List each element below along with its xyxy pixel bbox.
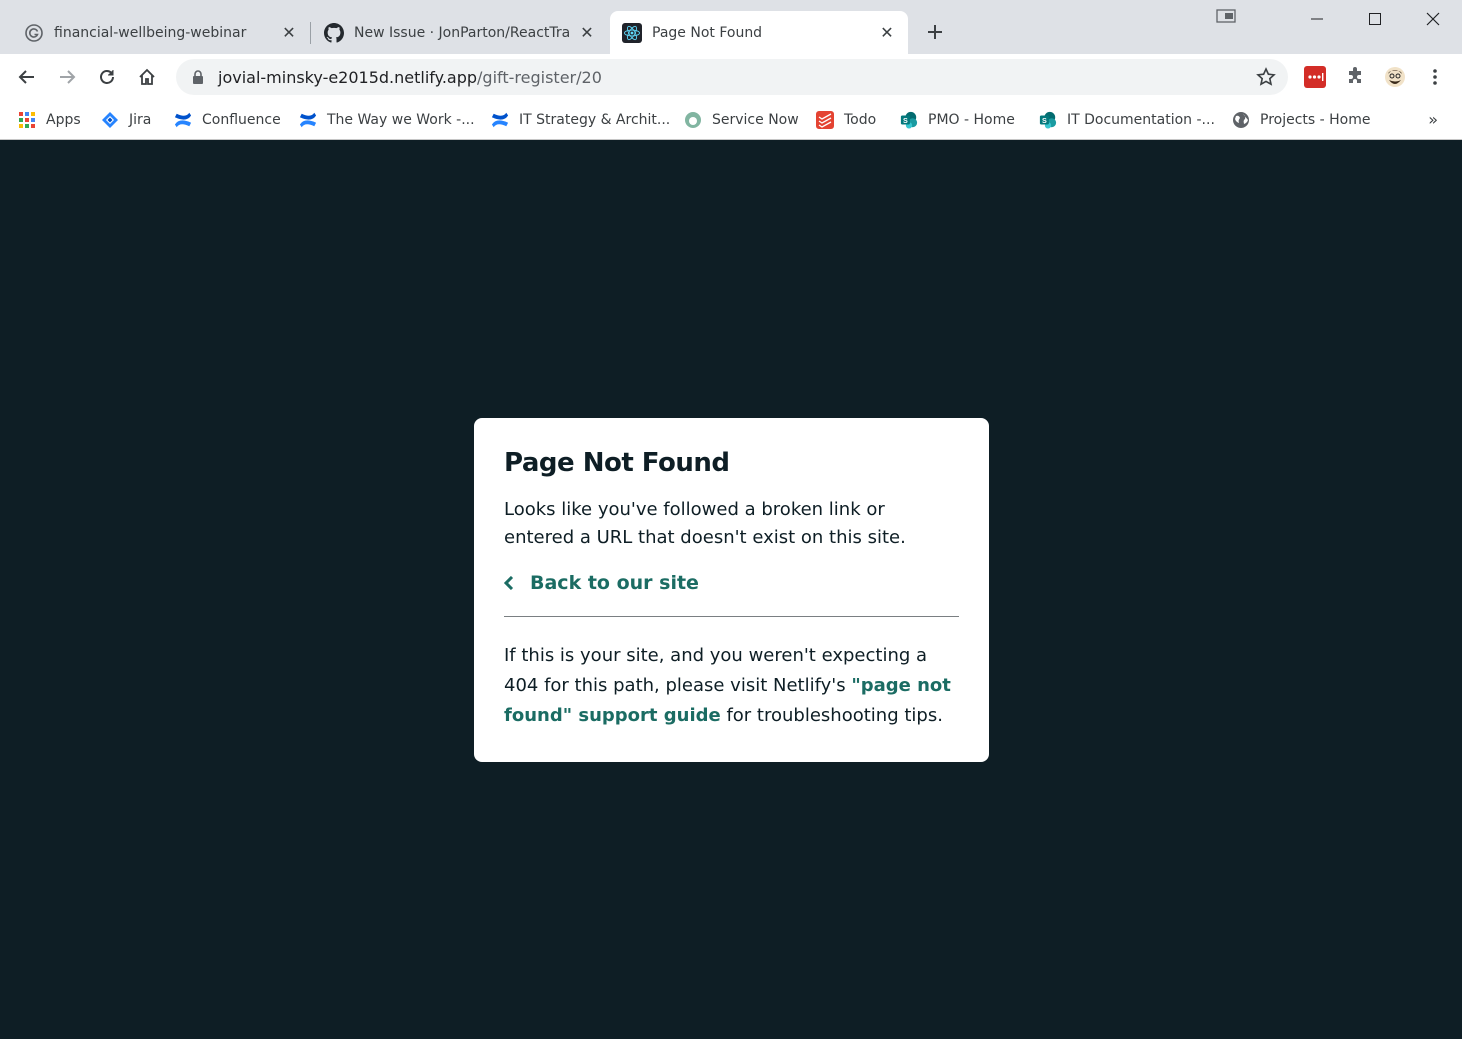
bookmark-label: The Way we Work -...: [327, 112, 475, 128]
window-controls: [1288, 0, 1462, 38]
svg-text:S: S: [1042, 116, 1047, 125]
reload-icon: [100, 70, 114, 84]
bookmark-it-strategy[interactable]: IT Strategy & Archit...: [491, 108, 670, 132]
url-path: /gift-register/20: [477, 67, 602, 87]
servicenow-icon: [684, 111, 702, 129]
bookmarks-bar: Apps Jira Confluence The Way we Work -..…: [0, 100, 1462, 140]
close-icon[interactable]: ✕: [280, 23, 298, 42]
tab-page-not-found[interactable]: Page Not Found ✕: [610, 11, 908, 54]
confluence-icon: [299, 111, 317, 129]
bookmark-label: Apps: [46, 112, 81, 128]
tab-strip: financial-wellbeing-webinar ✕ New Issue …: [0, 0, 1462, 54]
close-window-button[interactable]: [1404, 0, 1462, 38]
confluence-icon: [491, 111, 509, 129]
close-icon[interactable]: ✕: [878, 23, 896, 42]
support-text-after: for troubleshooting tips.: [720, 705, 943, 726]
bookmark-label: IT Strategy & Archit...: [519, 112, 671, 128]
back-button[interactable]: [12, 62, 42, 92]
bookmark-star-icon[interactable]: [1256, 67, 1276, 87]
todoist-icon: [816, 111, 834, 129]
confluence-icon: [174, 111, 192, 129]
home-icon: [139, 68, 155, 85]
page-content: Page Not Found Looks like you've followe…: [0, 140, 1462, 1039]
close-icon[interactable]: ✕: [578, 23, 596, 42]
bookmark-label: Projects - Home: [1260, 112, 1371, 128]
bookmark-pmo-home[interactable]: S PMO - Home: [900, 108, 1015, 132]
bookmark-jira[interactable]: Jira: [101, 108, 151, 132]
tab-title: New Issue · JonParton/ReactTrain: [354, 24, 570, 41]
github-icon: [324, 22, 344, 43]
svg-text:S: S: [903, 116, 908, 125]
bookmark-confluence[interactable]: Confluence: [174, 108, 281, 132]
divider: [504, 616, 959, 617]
arrow-right-icon: [60, 70, 76, 84]
page-title: Page Not Found: [504, 448, 730, 478]
home-button[interactable]: [132, 62, 162, 92]
apps-grid-icon: [18, 111, 36, 129]
bookmark-apps[interactable]: Apps: [18, 108, 81, 132]
profile-avatar[interactable]: [1384, 66, 1406, 88]
maximize-button[interactable]: [1346, 0, 1404, 38]
not-found-card: Page Not Found Looks like you've followe…: [474, 418, 989, 762]
back-to-site-link[interactable]: Back to our site: [504, 572, 959, 594]
bookmark-label: Jira: [129, 112, 152, 128]
browser-chrome: financial-wellbeing-webinar ✕ New Issue …: [0, 0, 1462, 140]
bookmark-the-way-we-work[interactable]: The Way we Work -...: [299, 108, 475, 132]
support-message: If this is your site, and you weren't ex…: [504, 641, 959, 731]
lock-icon[interactable]: [190, 69, 206, 85]
bookmark-label: Todo: [844, 112, 877, 128]
bookmarks-overflow-button[interactable]: »: [1428, 110, 1438, 129]
lastpass-icon[interactable]: [1304, 66, 1326, 88]
tab-financial-wellbeing[interactable]: financial-wellbeing-webinar ✕: [12, 11, 310, 54]
chrome-menu-icon[interactable]: [1424, 66, 1446, 88]
chevron-left-icon: [504, 575, 518, 591]
tab-title: Page Not Found: [652, 24, 763, 41]
reload-button[interactable]: [92, 62, 122, 92]
react-icon: [622, 22, 642, 43]
bookmark-service-now[interactable]: Service Now: [684, 108, 799, 132]
plus-icon: [928, 25, 942, 39]
grammarly-icon: [24, 23, 44, 43]
minimize-button[interactable]: [1288, 0, 1346, 38]
tab-title: financial-wellbeing-webinar: [54, 24, 247, 41]
bookmark-label: IT Documentation -...: [1067, 112, 1215, 128]
error-message: Looks like you've followed a broken link…: [504, 499, 906, 548]
bookmark-it-documentation[interactable]: S IT Documentation -...: [1039, 108, 1215, 132]
new-tab-button[interactable]: [922, 19, 948, 45]
bookmark-todo[interactable]: Todo: [816, 108, 876, 132]
sharepoint-icon: S: [1039, 111, 1057, 129]
back-link-label: Back to our site: [530, 572, 699, 594]
url-host: jovial-minsky-e2015d.netlify.app: [218, 67, 478, 87]
bookmark-label: Service Now: [712, 112, 799, 128]
browser-toolbar: jovial-minsky-e2015d.netlify.app/gift-re…: [0, 54, 1462, 100]
bookmark-label: Confluence: [202, 112, 281, 128]
bookmark-label: PMO - Home: [928, 112, 1015, 128]
arrow-left-icon: [18, 70, 34, 84]
tab-new-issue[interactable]: New Issue · JonParton/ReactTrain ✕: [312, 11, 608, 54]
tab-separator: [310, 22, 311, 44]
jira-icon: [101, 111, 119, 129]
url-text: jovial-minsky-e2015d.netlify.app/gift-re…: [218, 68, 602, 87]
cast-icon[interactable]: [1216, 8, 1236, 23]
bookmark-projects-home[interactable]: Projects - Home: [1232, 108, 1371, 132]
forward-button[interactable]: [52, 62, 82, 92]
globe-icon: [1232, 111, 1250, 129]
address-bar[interactable]: jovial-minsky-e2015d.netlify.app/gift-re…: [176, 59, 1288, 95]
sharepoint-icon: S: [900, 111, 918, 129]
extensions-puzzle-icon[interactable]: [1344, 66, 1366, 88]
